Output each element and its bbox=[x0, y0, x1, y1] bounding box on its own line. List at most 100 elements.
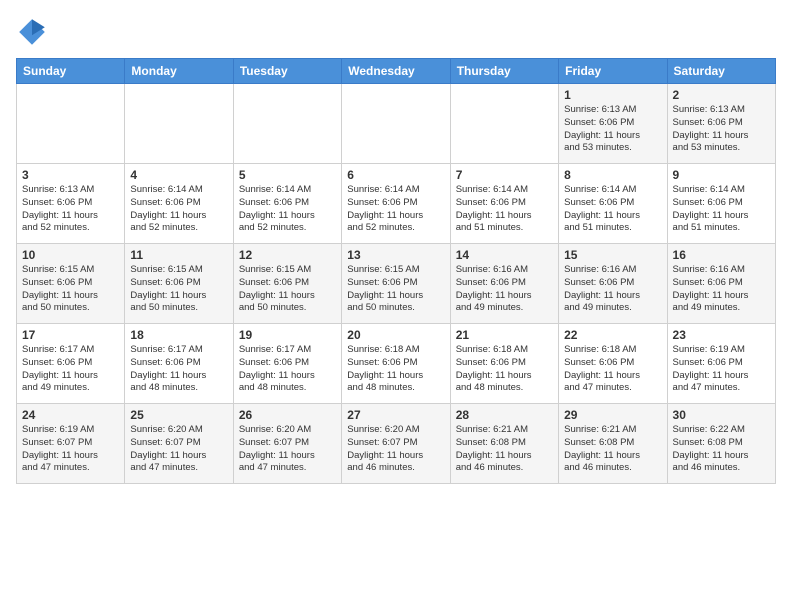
day-info: Sunrise: 6:21 AM Sunset: 6:08 PM Dayligh… bbox=[564, 424, 661, 475]
calendar-cell: 16 Sunrise: 6:16 AM Sunset: 6:06 PM Dayli… bbox=[667, 244, 775, 324]
calendar-cell: 11Sunrise: 6:15 AM Sunset: 6:06 PM Dayli… bbox=[125, 244, 233, 324]
calendar-week-1: 3 Sunrise: 6:13 AM Sunset: 6:06 PM Daylig… bbox=[17, 164, 776, 244]
calendar-cell: 12 Sunrise: 6:15 AM Sunset: 6:06 PM Dayli… bbox=[233, 244, 341, 324]
day-info: Sunrise: 6:14 AM Sunset: 6:06 PM Dayligh… bbox=[347, 184, 444, 235]
day-number: 28 bbox=[456, 408, 553, 422]
day-info: Sunrise: 6:18 AM Sunset: 6:06 PM Dayligh… bbox=[347, 344, 444, 395]
day-number: 25 bbox=[130, 408, 227, 422]
day-number: 21 bbox=[456, 328, 553, 342]
day-number: 23 bbox=[673, 328, 770, 342]
day-info: Sunrise: 6:15 AM Sunset: 6:06 PM Dayligh… bbox=[239, 264, 336, 315]
calendar-cell: 15 Sunrise: 6:16 AM Sunset: 6:06 PM Dayli… bbox=[559, 244, 667, 324]
day-info: Sunrise: 6:14 AM Sunset: 6:06 PM Dayligh… bbox=[239, 184, 336, 235]
day-info: Sunrise: 6:14 AM Sunset: 6:06 PM Dayligh… bbox=[456, 184, 553, 235]
day-info: Sunrise: 6:13 AM Sunset: 6:06 PM Dayligh… bbox=[564, 104, 661, 155]
calendar-cell: 21 Sunrise: 6:18 AM Sunset: 6:06 PM Dayli… bbox=[450, 324, 558, 404]
calendar-cell: 23 Sunrise: 6:19 AM Sunset: 6:06 PM Dayli… bbox=[667, 324, 775, 404]
calendar-header-saturday: Saturday bbox=[667, 59, 775, 84]
calendar-header-wednesday: Wednesday bbox=[342, 59, 450, 84]
day-number: 4 bbox=[130, 168, 227, 182]
day-info: Sunrise: 6:20 AM Sunset: 6:07 PM Dayligh… bbox=[347, 424, 444, 475]
day-info: Sunrise: 6:16 AM Sunset: 6:06 PM Dayligh… bbox=[564, 264, 661, 315]
calendar-cell: 22 Sunrise: 6:18 AM Sunset: 6:06 PM Dayli… bbox=[559, 324, 667, 404]
day-number: 12 bbox=[239, 248, 336, 262]
calendar-cell bbox=[17, 84, 125, 164]
day-info: Sunrise: 6:13 AM Sunset: 6:06 PM Dayligh… bbox=[22, 184, 119, 235]
day-info: Sunrise: 6:22 AM Sunset: 6:08 PM Dayligh… bbox=[673, 424, 770, 475]
calendar-table: SundayMondayTuesdayWednesdayThursdayFrid… bbox=[16, 58, 776, 484]
day-number: 15 bbox=[564, 248, 661, 262]
calendar-header-friday: Friday bbox=[559, 59, 667, 84]
day-info: Sunrise: 6:17 AM Sunset: 6:06 PM Dayligh… bbox=[239, 344, 336, 395]
day-info: Sunrise: 6:15 AM Sunset: 6:06 PM Dayligh… bbox=[22, 264, 119, 315]
day-number: 17 bbox=[22, 328, 119, 342]
day-info: Sunrise: 6:20 AM Sunset: 6:07 PM Dayligh… bbox=[239, 424, 336, 475]
day-number: 16 bbox=[673, 248, 770, 262]
calendar-week-3: 17 Sunrise: 6:17 AM Sunset: 6:06 PM Dayli… bbox=[17, 324, 776, 404]
day-number: 30 bbox=[673, 408, 770, 422]
day-info: Sunrise: 6:19 AM Sunset: 6:06 PM Dayligh… bbox=[673, 344, 770, 395]
day-info: Sunrise: 6:17 AM Sunset: 6:06 PM Dayligh… bbox=[22, 344, 119, 395]
calendar-cell: 27Sunrise: 6:20 AM Sunset: 6:07 PM Dayli… bbox=[342, 404, 450, 484]
day-number: 22 bbox=[564, 328, 661, 342]
calendar-header-row: SundayMondayTuesdayWednesdayThursdayFrid… bbox=[17, 59, 776, 84]
day-number: 29 bbox=[564, 408, 661, 422]
day-number: 10 bbox=[22, 248, 119, 262]
day-info: Sunrise: 6:14 AM Sunset: 6:06 PM Dayligh… bbox=[673, 184, 770, 235]
calendar-cell: 26 Sunrise: 6:20 AM Sunset: 6:07 PM Dayli… bbox=[233, 404, 341, 484]
calendar-header-sunday: Sunday bbox=[17, 59, 125, 84]
calendar-cell: 8 Sunrise: 6:14 AM Sunset: 6:06 PM Daylig… bbox=[559, 164, 667, 244]
calendar-cell: 9 Sunrise: 6:14 AM Sunset: 6:06 PM Daylig… bbox=[667, 164, 775, 244]
calendar-cell bbox=[125, 84, 233, 164]
day-number: 24 bbox=[22, 408, 119, 422]
calendar-cell: 4 Sunrise: 6:14 AM Sunset: 6:06 PM Daylig… bbox=[125, 164, 233, 244]
day-info: Sunrise: 6:18 AM Sunset: 6:06 PM Dayligh… bbox=[564, 344, 661, 395]
day-number: 13 bbox=[347, 248, 444, 262]
calendar-cell: 5 Sunrise: 6:14 AM Sunset: 6:06 PM Daylig… bbox=[233, 164, 341, 244]
calendar-header-thursday: Thursday bbox=[450, 59, 558, 84]
day-info: Sunrise: 6:13 AM Sunset: 6:06 PM Dayligh… bbox=[673, 104, 770, 155]
calendar-cell: 14Sunrise: 6:16 AM Sunset: 6:06 PM Dayli… bbox=[450, 244, 558, 324]
calendar-cell bbox=[342, 84, 450, 164]
day-info: Sunrise: 6:16 AM Sunset: 6:06 PM Dayligh… bbox=[673, 264, 770, 315]
day-number: 5 bbox=[239, 168, 336, 182]
day-number: 6 bbox=[347, 168, 444, 182]
calendar-week-2: 10 Sunrise: 6:15 AM Sunset: 6:06 PM Dayli… bbox=[17, 244, 776, 324]
calendar-week-0: 1Sunrise: 6:13 AM Sunset: 6:06 PM Daylig… bbox=[17, 84, 776, 164]
calendar-cell: 7 Sunrise: 6:14 AM Sunset: 6:06 PM Daylig… bbox=[450, 164, 558, 244]
calendar-cell: 3 Sunrise: 6:13 AM Sunset: 6:06 PM Daylig… bbox=[17, 164, 125, 244]
day-number: 19 bbox=[239, 328, 336, 342]
calendar-cell: 29 Sunrise: 6:21 AM Sunset: 6:08 PM Dayli… bbox=[559, 404, 667, 484]
calendar-cell: 6 Sunrise: 6:14 AM Sunset: 6:06 PM Daylig… bbox=[342, 164, 450, 244]
calendar-cell: 17 Sunrise: 6:17 AM Sunset: 6:06 PM Dayli… bbox=[17, 324, 125, 404]
day-info: Sunrise: 6:16 AM Sunset: 6:06 PM Dayligh… bbox=[456, 264, 553, 315]
day-info: Sunrise: 6:14 AM Sunset: 6:06 PM Dayligh… bbox=[564, 184, 661, 235]
day-number: 18 bbox=[130, 328, 227, 342]
calendar-cell: 30 Sunrise: 6:22 AM Sunset: 6:08 PM Dayli… bbox=[667, 404, 775, 484]
calendar-cell: 24 Sunrise: 6:19 AM Sunset: 6:07 PM Dayli… bbox=[17, 404, 125, 484]
day-number: 26 bbox=[239, 408, 336, 422]
page: SundayMondayTuesdayWednesdayThursdayFrid… bbox=[0, 0, 792, 494]
calendar-cell bbox=[450, 84, 558, 164]
calendar-cell: 1Sunrise: 6:13 AM Sunset: 6:06 PM Daylig… bbox=[559, 84, 667, 164]
calendar-cell: 28 Sunrise: 6:21 AM Sunset: 6:08 PM Dayli… bbox=[450, 404, 558, 484]
logo-icon bbox=[16, 16, 48, 48]
day-number: 7 bbox=[456, 168, 553, 182]
day-info: Sunrise: 6:15 AM Sunset: 6:06 PM Dayligh… bbox=[347, 264, 444, 315]
day-number: 9 bbox=[673, 168, 770, 182]
day-info: Sunrise: 6:14 AM Sunset: 6:06 PM Dayligh… bbox=[130, 184, 227, 235]
calendar-cell: 18 Sunrise: 6:17 AM Sunset: 6:06 PM Dayli… bbox=[125, 324, 233, 404]
day-number: 3 bbox=[22, 168, 119, 182]
day-number: 11 bbox=[130, 248, 227, 262]
calendar-cell: 2Sunrise: 6:13 AM Sunset: 6:06 PM Daylig… bbox=[667, 84, 775, 164]
logo bbox=[16, 16, 52, 48]
day-info: Sunrise: 6:21 AM Sunset: 6:08 PM Dayligh… bbox=[456, 424, 553, 475]
day-info: Sunrise: 6:17 AM Sunset: 6:06 PM Dayligh… bbox=[130, 344, 227, 395]
day-info: Sunrise: 6:18 AM Sunset: 6:06 PM Dayligh… bbox=[456, 344, 553, 395]
day-info: Sunrise: 6:19 AM Sunset: 6:07 PM Dayligh… bbox=[22, 424, 119, 475]
day-number: 20 bbox=[347, 328, 444, 342]
day-info: Sunrise: 6:20 AM Sunset: 6:07 PM Dayligh… bbox=[130, 424, 227, 475]
day-number: 8 bbox=[564, 168, 661, 182]
calendar-cell: 19 Sunrise: 6:17 AM Sunset: 6:06 PM Dayli… bbox=[233, 324, 341, 404]
header bbox=[16, 16, 776, 48]
